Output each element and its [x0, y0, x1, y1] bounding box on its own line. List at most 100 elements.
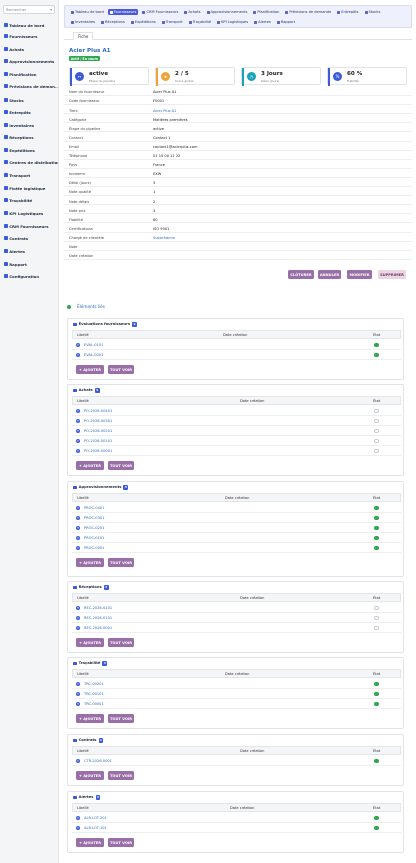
row-label-link[interactable]: TRC-00201 [84, 682, 104, 686]
edit-button[interactable]: MODIFIER [347, 270, 372, 279]
expand-icon[interactable]: + [76, 409, 80, 413]
nav-tab[interactable]: Tableau de bord [69, 9, 106, 15]
table-row[interactable]: + PROC-0101 [72, 533, 401, 543]
see-all-button[interactable]: TOUT VOIR [108, 638, 134, 647]
row-label-link[interactable]: REC-2026-0001 [84, 626, 112, 630]
row-label-link[interactable]: ALR-LOT-101 [84, 826, 107, 830]
add-button[interactable]: + AJOUTER [76, 365, 104, 374]
expand-icon[interactable]: + [76, 343, 80, 347]
nav-tab[interactable]: Inventaires [69, 19, 97, 25]
row-label-link[interactable]: TRC-00101 [84, 692, 104, 696]
row-label-link[interactable]: REC-2026-0201 [84, 606, 112, 610]
table-row[interactable]: + PROC-0201 [72, 523, 401, 533]
see-all-button[interactable]: TOUT VOIR [108, 558, 134, 567]
table-row[interactable]: + EVAL-0101 [72, 340, 401, 350]
sidebar-item[interactable]: Réceptions [4, 133, 58, 141]
sidebar-item[interactable]: Tableau de bord [4, 21, 58, 29]
table-row[interactable]: + PO-2026-00001 [72, 446, 401, 456]
expand-icon[interactable]: + [76, 606, 80, 610]
expand-icon[interactable]: + [76, 526, 80, 530]
nav-tab[interactable]: Expéditions [129, 19, 158, 25]
see-all-button[interactable]: TOUT VOIR [108, 714, 134, 723]
sidebar-item[interactable]: Entrepôts [4, 108, 58, 116]
table-row[interactable]: + REC-2026-0101 [72, 613, 401, 623]
tab-fiche[interactable]: Fiche [73, 32, 94, 40]
sidebar-item[interactable]: Fournisseurs [4, 32, 58, 40]
add-button[interactable]: + AJOUTER [76, 771, 104, 780]
sidebar-item[interactable]: Expéditions [4, 146, 58, 154]
table-row[interactable]: + PO-2026-00301 [72, 416, 401, 426]
nav-tab[interactable]: Achats [182, 9, 202, 15]
table-row[interactable]: + TRC-00001 [72, 699, 401, 709]
expand-icon[interactable]: + [76, 816, 80, 820]
add-button[interactable]: + AJOUTER [76, 638, 104, 647]
table-row[interactable]: + ALR-LOT-201 [72, 813, 401, 823]
expand-icon[interactable]: + [76, 429, 80, 433]
add-button[interactable]: + AJOUTER [76, 558, 104, 567]
row-label-link[interactable]: TRC-00001 [84, 702, 104, 706]
row-label-link[interactable]: CTR-2026-0001 [84, 759, 112, 763]
nav-tab[interactable]: Rapport [275, 19, 297, 25]
row-label-link[interactable]: EVAL-0001 [84, 353, 103, 357]
expand-icon[interactable]: + [76, 506, 80, 510]
see-all-button[interactable]: TOUT VOIR [108, 365, 134, 374]
row-label-link[interactable]: ALR-LOT-201 [84, 816, 107, 820]
nav-tab[interactable]: Fournisseurs [107, 9, 139, 15]
row-label-link[interactable]: PROC-0201 [84, 526, 104, 530]
search-input[interactable]: Rechercher ▾ [3, 5, 55, 14]
sidebar-item[interactable]: Stocks [4, 96, 58, 104]
table-row[interactable]: + REC-2026-0201 [72, 603, 401, 613]
row-label-link[interactable]: PO-2026-00301 [84, 419, 112, 423]
row-label-link[interactable]: PO-2026-00401 [84, 409, 112, 413]
expand-icon[interactable]: + [76, 682, 80, 686]
table-row[interactable]: + TRC-00201 [72, 679, 401, 689]
expand-icon[interactable]: + [76, 616, 80, 620]
row-label-link[interactable]: PROC-0401 [84, 506, 104, 510]
sidebar-item[interactable]: Inventaires [4, 121, 58, 129]
nav-tab[interactable]: CRM Fournisseurs [140, 9, 180, 15]
row-label-link[interactable]: PO-2026-00201 [84, 429, 112, 433]
nav-tab[interactable]: KPI Logistiques [215, 19, 250, 25]
sidebar-item[interactable]: Flotte logistique [4, 184, 58, 192]
delete-button[interactable]: SUPPRIMER [378, 270, 406, 279]
close-button[interactable]: CLÔTURER [288, 270, 314, 279]
table-row[interactable]: + PROC-0001 [72, 543, 401, 553]
cancel-button[interactable]: ANNULER [318, 270, 341, 279]
add-button[interactable]: + AJOUTER [76, 714, 104, 723]
row-label-link[interactable]: REC-2026-0101 [84, 616, 112, 620]
table-row[interactable]: + CTR-2026-0001 [72, 756, 401, 766]
row-label-link[interactable]: PROC-0101 [84, 536, 104, 540]
table-row[interactable]: + ALR-LOT-101 [72, 823, 401, 833]
nav-tab[interactable]: Prévisions de demande [283, 9, 333, 15]
sidebar-item[interactable]: Centres de distribution [4, 158, 58, 166]
table-row[interactable]: + PO-2026-00201 [72, 426, 401, 436]
sidebar-item[interactable]: Rapport [4, 260, 58, 268]
expand-icon[interactable]: + [76, 419, 80, 423]
sidebar-item[interactable]: Traçabilité [4, 196, 58, 204]
nav-tab[interactable]: Traçabilité [187, 19, 213, 25]
sidebar-item[interactable]: Prévisions de deman... [4, 82, 58, 90]
sidebar-item[interactable]: KPI Logistiques [4, 209, 58, 217]
sidebar-item[interactable]: Configuration [4, 272, 58, 280]
expand-icon[interactable]: + [76, 759, 80, 763]
add-button[interactable]: + AJOUTER [76, 838, 104, 847]
expand-icon[interactable]: + [76, 516, 80, 520]
expand-icon[interactable]: + [76, 439, 80, 443]
nav-tab[interactable]: Alertes [252, 19, 273, 25]
sidebar-item[interactable]: Approvisionnements [4, 57, 58, 65]
expand-icon[interactable]: + [76, 536, 80, 540]
expand-icon[interactable]: + [76, 353, 80, 357]
table-row[interactable]: + EVAL-0001 [72, 350, 401, 360]
nav-tab[interactable]: Stocks [363, 9, 383, 15]
sidebar-item[interactable]: Planification [4, 70, 58, 78]
row-label-link[interactable]: EVAL-0101 [84, 343, 103, 347]
sidebar-item[interactable]: Achats [4, 45, 58, 53]
table-row[interactable]: + TRC-00101 [72, 689, 401, 699]
see-all-button[interactable]: TOUT VOIR [108, 838, 134, 847]
row-label-link[interactable]: PROC-0301 [84, 516, 104, 520]
row-label-link[interactable]: PO-2026-00001 [84, 449, 112, 453]
see-all-button[interactable]: TOUT VOIR [108, 461, 134, 470]
table-row[interactable]: + PO-2026-00101 [72, 436, 401, 446]
nav-tab[interactable]: Transport [160, 19, 185, 25]
see-all-button[interactable]: TOUT VOIR [108, 771, 134, 780]
